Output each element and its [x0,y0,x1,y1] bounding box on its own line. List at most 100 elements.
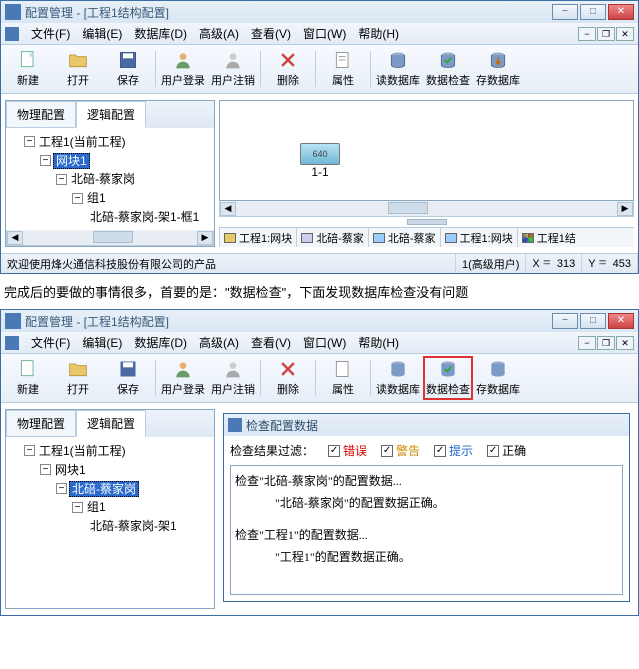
doc-icon [5,336,19,350]
tab-physical[interactable]: 物理配置 [6,101,76,128]
logout-button[interactable]: 用户注销 [208,356,258,400]
checkbox-icon[interactable]: ✓ [381,445,393,457]
filter-hint[interactable]: ✓提示 [434,442,473,459]
check-button[interactable]: 数据检查 [423,47,473,91]
checkbox-icon[interactable]: ✓ [328,445,340,457]
menu-database[interactable]: 数据库(D) [128,25,193,42]
config-tree[interactable]: −工程1(当前工程) −网块1 −北碚-蔡家岗 −组1 北碚-蔡家岗-架1-框1 [6,128,214,230]
new-button[interactable]: 新建 [3,356,53,400]
mdi-min-button[interactable]: − [578,336,596,350]
mdi-min-button[interactable]: − [578,27,596,41]
tree-site[interactable]: 北碚-蔡家岗 [69,172,137,186]
device-icon[interactable]: 640 1-1 [300,143,340,179]
savedb-button[interactable]: 存数据库 [473,356,523,400]
tab-logical[interactable]: 逻辑配置 [76,410,146,437]
checkbox-icon[interactable]: ✓ [487,445,499,457]
close-button[interactable]: ✕ [608,313,634,329]
scroll-thumb[interactable] [388,202,428,214]
props-button[interactable]: 属性 [318,47,368,91]
filter-label: 检查结果过滤： [230,442,314,459]
canvas-hscroll[interactable]: ◀ ▶ [219,201,634,217]
mdi-close-button[interactable]: ✕ [616,336,634,350]
save-button[interactable]: 保存 [103,356,153,400]
tree-project[interactable]: 工程1(当前工程) [37,444,128,458]
login-button[interactable]: 用户登录 [158,47,208,91]
results-pane[interactable]: 检查"北碚-蔡家岗"的配置数据... "北碚-蔡家岗"的配置数据正确。 检查"工… [230,465,623,595]
checkbox-icon[interactable]: ✓ [434,445,446,457]
delete-button[interactable]: 删除 [263,356,313,400]
expand-icon[interactable]: − [72,193,83,204]
expand-icon[interactable]: − [40,464,51,475]
diagram-canvas[interactable]: 640 1-1 [219,100,634,201]
props-button[interactable]: 属性 [318,356,368,400]
tab-physical[interactable]: 物理配置 [6,410,76,437]
menu-advanced[interactable]: 高级(A) [193,25,245,42]
tree-group[interactable]: 组1 [85,500,108,514]
menubar: 文件(F) 编辑(E) 数据库(D) 高级(A) 查看(V) 窗口(W) 帮助(… [1,23,638,45]
menu-file[interactable]: 文件(F) [25,25,76,42]
menu-window[interactable]: 窗口(W) [297,334,352,351]
save-button[interactable]: 保存 [103,47,153,91]
tree-project[interactable]: 工程1(当前工程) [37,135,128,149]
tree-rack[interactable]: 北碚-蔡家岗-架1 [88,519,179,533]
menu-help[interactable]: 帮助(H) [352,334,405,351]
scroll-thumb[interactable] [93,231,133,243]
expand-icon[interactable]: − [40,155,51,166]
scroll-right-icon[interactable]: ▶ [197,231,213,245]
menu-file[interactable]: 文件(F) [25,334,76,351]
expand-icon[interactable]: − [24,136,35,147]
splitter[interactable] [219,217,634,227]
mdi-restore-button[interactable]: ❐ [597,27,615,41]
device-image: 640 [300,143,340,165]
minimize-button[interactable]: − [552,313,578,329]
tab-logical[interactable]: 逻辑配置 [76,101,146,128]
expand-icon[interactable]: − [56,174,67,185]
app-icon [5,4,21,20]
minimize-button[interactable]: − [552,4,578,20]
btab-3[interactable]: 北碚-蔡家 [368,228,440,247]
scroll-left-icon[interactable]: ◀ [7,231,23,245]
mdi-restore-button[interactable]: ❐ [597,336,615,350]
menu-window[interactable]: 窗口(W) [297,25,352,42]
check-button[interactable]: 数据检查 [423,356,473,400]
mdi-close-button[interactable]: ✕ [616,27,634,41]
menu-view[interactable]: 查看(V) [245,25,297,42]
btab-5[interactable]: 工程1结 [517,228,580,247]
menu-database[interactable]: 数据库(D) [128,334,193,351]
tree-block[interactable]: 网块1 [53,153,90,169]
menu-help[interactable]: 帮助(H) [352,25,405,42]
delete-button[interactable]: 删除 [263,47,313,91]
expand-icon[interactable]: − [24,445,35,456]
menu-edit[interactable]: 编辑(E) [76,334,128,351]
readdb-button[interactable]: 读数据库 [373,47,423,91]
scroll-left-icon[interactable]: ◀ [220,202,236,216]
savedb-button[interactable]: 存数据库 [473,47,523,91]
tree-block[interactable]: 网块1 [53,463,88,477]
menu-view[interactable]: 查看(V) [245,334,297,351]
scroll-right-icon[interactable]: ▶ [617,202,633,216]
logout-button[interactable]: 用户注销 [208,47,258,91]
close-button[interactable]: ✕ [608,4,634,20]
menu-advanced[interactable]: 高级(A) [193,334,245,351]
tree-group[interactable]: 组1 [85,191,108,205]
expand-icon[interactable]: − [56,483,67,494]
tree-rack[interactable]: 北碚-蔡家岗-架1-框1 [88,210,201,224]
open-button[interactable]: 打开 [53,47,103,91]
readdb-button[interactable]: 读数据库 [373,356,423,400]
filter-warn[interactable]: ✓警告 [381,442,420,459]
maximize-button[interactable]: □ [580,313,606,329]
menu-edit[interactable]: 编辑(E) [76,25,128,42]
btab-2[interactable]: 北碚-蔡家 [296,228,368,247]
login-button[interactable]: 用户登录 [158,356,208,400]
new-button[interactable]: 新建 [3,47,53,91]
config-tree[interactable]: −工程1(当前工程) −网块1 −北碚-蔡家岗 −组1 北碚-蔡家岗-架1 [6,437,214,608]
expand-icon[interactable]: − [72,502,83,513]
filter-error[interactable]: ✓错误 [328,442,367,459]
tree-hscroll[interactable]: ◀ ▶ [6,230,214,246]
maximize-button[interactable]: □ [580,4,606,20]
filter-ok[interactable]: ✓正确 [487,442,526,459]
open-button[interactable]: 打开 [53,356,103,400]
tree-site[interactable]: 北碚-蔡家岗 [69,481,139,497]
btab-1[interactable]: 工程1:网块 [219,228,296,247]
btab-4[interactable]: 工程1:网块 [440,228,517,247]
